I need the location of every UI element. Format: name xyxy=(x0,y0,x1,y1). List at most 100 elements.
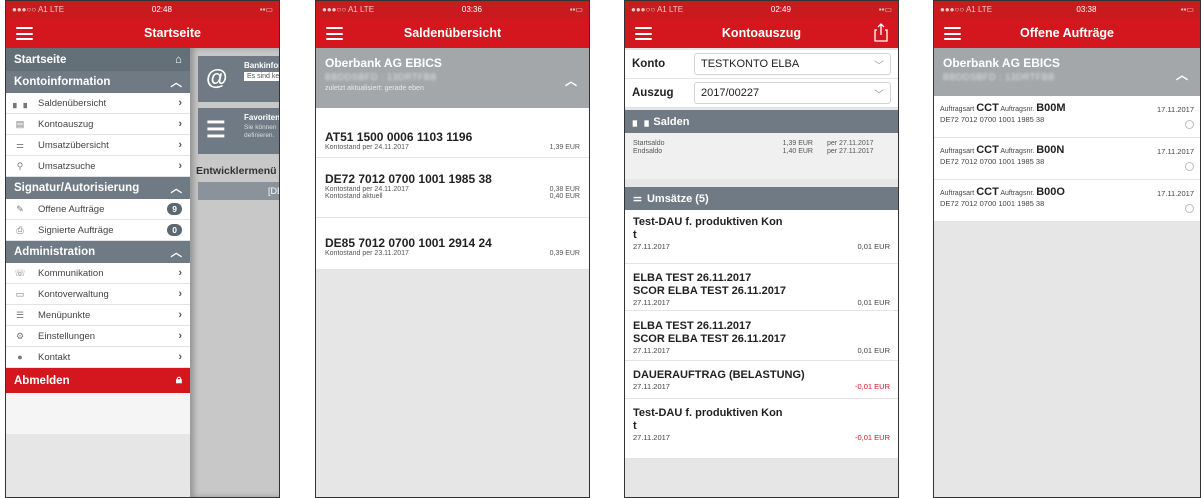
menu-item-menuepunkte[interactable]: ☰ Menüpunkte › xyxy=(6,305,190,326)
select-radio[interactable] xyxy=(1185,204,1194,213)
bankinfo-card[interactable]: @ Bankinfor Es sind kein xyxy=(198,56,279,102)
balance-label: Kontostand per 24.11.2017 xyxy=(325,186,409,193)
transaction-meta: 27.11.2017 0,01 EUR xyxy=(633,298,890,307)
order-type-label: Auftragsart xyxy=(940,148,975,155)
balance-value: 0,39 EUR xyxy=(549,250,580,257)
menu-item-label: Kontoauszug xyxy=(38,118,94,130)
home-icon: ⌂ xyxy=(175,53,182,66)
hamburger-icon[interactable] xyxy=(16,27,33,40)
saldo-label: Endsaldo xyxy=(633,148,663,155)
battery-icon: ▪▪▭ xyxy=(259,5,273,14)
battery-icon: ▪▪▭ xyxy=(569,5,583,14)
order-date: 17.11.2017 xyxy=(1157,105,1194,114)
logout-button[interactable]: Abmelden 🔒︎ xyxy=(6,368,190,393)
balance-value: 0,40 EUR xyxy=(549,193,580,200)
transaction-row[interactable]: Test-DAU f. produktiven Kon t 27.11.2017… xyxy=(625,210,898,264)
menu-label: Startseite xyxy=(14,53,67,66)
hamburger-icon[interactable] xyxy=(326,27,343,40)
chevron-up-icon[interactable]: ︿ xyxy=(565,72,577,89)
transaction-amount: -0,01 EUR xyxy=(854,433,890,442)
menu-startseite[interactable]: Startseite ⌂ xyxy=(6,48,190,71)
order-iban: DE72 7012 0700 1001 1985 38 xyxy=(940,115,1045,124)
menu-item-label: Menüpunkte xyxy=(38,309,91,321)
order-row[interactable]: Auftragsart CCT Auftragsnr. B00N DE72 70… xyxy=(934,138,1200,180)
account-row[interactable]: AT51 1500 0006 1103 1196 Kontostand per … xyxy=(316,108,589,158)
saldo-row: Endsaldo 1,40 EUR per 27.11.2017 xyxy=(633,148,890,155)
hamburger-icon[interactable] xyxy=(944,27,961,40)
konto-select[interactable]: TESTKONTO ELBA ﹀ xyxy=(694,53,891,75)
phone-offene-auftraege: ●●●○○ A1 LTE 03:38 ▪▪▭ Offene Aufträge O… xyxy=(933,0,1201,498)
status-bar: ●●●○○ A1 LTE 03:36 ▪▪▭ xyxy=(316,1,589,18)
order-row[interactable]: Auftragsart CCT Auftragsnr. B00O DE72 70… xyxy=(934,180,1200,222)
menu-item-saldenuebersicht[interactable]: ▖▗ Saldenübersicht › xyxy=(6,93,190,114)
konto-row: Konto TESTKONTO ELBA ﹀ xyxy=(625,50,898,79)
at-icon: @ xyxy=(206,65,228,90)
person-icon: ● xyxy=(17,352,23,362)
last-updated: zuletzt aktualisiert: gerade eben xyxy=(325,85,424,92)
order-number: B00N xyxy=(1036,144,1065,156)
transaction-amount: 0,01 EUR xyxy=(857,346,890,355)
card-subtitle: Sie können definieren. xyxy=(244,124,277,140)
menu-group-kontoinformation[interactable]: Kontoinformation ︿ xyxy=(6,71,190,93)
order-row[interactable]: Auftragsart CCT Auftragsnr. B00M DE72 70… xyxy=(934,96,1200,138)
order-type: CCT xyxy=(976,144,999,156)
menu-empty-area xyxy=(6,434,190,497)
transaction-meta: 27.11.2017 0,01 EUR xyxy=(633,242,890,251)
chevron-up-icon: ︿ xyxy=(170,247,183,259)
transaction-title: Test-DAU f. produktiven Kon t xyxy=(633,216,783,241)
menu-item-label: Kontakt xyxy=(38,351,71,363)
select-radio[interactable] xyxy=(1185,120,1194,129)
balance-line: Kontostand per 24.11.2017 1,39 EUR xyxy=(325,144,580,151)
transaction-title: ELBA TEST 26.11.2017 SCOR ELBA TEST 26.1… xyxy=(633,320,787,345)
menu-item-signierte-auftraege[interactable]: ⎙ Signierte Aufträge 0 xyxy=(6,220,190,241)
balance-line: Kontostand per 23.11.2017 0,39 EUR xyxy=(325,250,580,257)
menu-label: Administration xyxy=(14,246,96,258)
menu-item-umsatzsuche[interactable]: ⚲ Umsatzsuche › xyxy=(6,156,190,177)
transaction-row[interactable]: ELBA TEST 26.11.2017 SCOR ELBA TEST 26.1… xyxy=(625,264,898,311)
clock: 03:38 xyxy=(1076,5,1097,14)
menu-item-label: Umsatzübersicht xyxy=(38,139,109,151)
document-icon: ▤ xyxy=(15,118,25,129)
menu-item-kontakt[interactable]: ● Kontakt › xyxy=(6,347,190,368)
menu-group-signatur[interactable]: Signatur/Autorisierung ︿ xyxy=(6,177,190,199)
side-menu: Startseite ⌂ Kontoinformation ︿ ▖▗ Salde… xyxy=(6,48,190,497)
card-subtitle: Es sind kein xyxy=(244,72,279,81)
account-row[interactable]: DE72 7012 0700 1001 1985 38 Kontostand p… xyxy=(316,158,589,218)
menu-item-kommunikation[interactable]: ☏ Kommunikation › xyxy=(6,263,190,284)
menu-item-kontoverwaltung[interactable]: ▭ Kontoverwaltung › xyxy=(6,284,190,305)
order-type: CCT xyxy=(976,186,999,198)
order-number: B00O xyxy=(1036,186,1065,198)
order-number-label: Auftragsnr. xyxy=(1000,106,1035,113)
card-title: Favoriten xyxy=(244,113,279,122)
bank-header[interactable]: Oberbank AG EBICS BBDDSBFD : 13DRTFBB ︿ xyxy=(934,48,1200,96)
account-row[interactable]: DE85 7012 0700 1001 2914 24 Kontostand p… xyxy=(316,218,589,270)
search-icon: ⚲ xyxy=(16,160,24,171)
hamburger-icon[interactable] xyxy=(635,27,652,40)
chevron-right-icon: › xyxy=(178,97,182,109)
auszug-select[interactable]: 2017/00227 ﹀ xyxy=(694,82,891,104)
page-title: Offene Aufträge xyxy=(1020,26,1114,40)
favoriten-card[interactable]: ☰ Favoriten Sie können definieren. xyxy=(198,108,279,154)
chevron-right-icon: › xyxy=(178,288,182,300)
share-icon[interactable] xyxy=(874,23,888,42)
transaction-row[interactable]: ELBA TEST 26.11.2017 SCOR ELBA TEST 26.1… xyxy=(625,311,898,361)
menu-group-administration[interactable]: Administration ︿ xyxy=(6,241,190,263)
carrier-text: ●●●○○ A1 LTE xyxy=(631,5,684,14)
chevron-up-icon[interactable]: ︿ xyxy=(1176,66,1188,83)
select-radio[interactable] xyxy=(1185,162,1194,171)
menu-item-kontoauszug[interactable]: ▤ Kontoauszug › xyxy=(6,114,190,135)
account-iban: DE85 7012 0700 1001 2914 24 xyxy=(325,236,492,250)
order-number-label: Auftragsnr. xyxy=(1000,190,1035,197)
transaction-row[interactable]: DAUERAUFTRAG (BELASTUNG) 27.11.2017 -0,01… xyxy=(625,361,898,399)
developer-menu-bar[interactable]: [DE xyxy=(198,182,279,200)
status-bar: ●●●○○ A1 LTE 02:49 ▪▪▭ xyxy=(625,1,898,18)
menu-item-umsatzuebersicht[interactable]: ⚌ Umsatzübersicht › xyxy=(6,135,190,156)
balance-value: 1,39 EUR xyxy=(549,144,580,151)
menu-item-offene-auftraege[interactable]: ✎ Offene Aufträge 9 xyxy=(6,199,190,220)
bank-header[interactable]: Oberbank AG EBICS BBDDSBFD : 13DRTFBB zu… xyxy=(316,48,589,108)
transaction-row[interactable]: Test-DAU f. produktiven Kon t 27.11.2017… xyxy=(625,399,898,459)
saldo-label: Startsaldo xyxy=(633,140,665,147)
order-date: 17.11.2017 xyxy=(1157,189,1194,198)
menu-item-einstellungen[interactable]: ⚙ Einstellungen › xyxy=(6,326,190,347)
balance-line: Kontostand aktuell 0,40 EUR xyxy=(325,193,580,200)
